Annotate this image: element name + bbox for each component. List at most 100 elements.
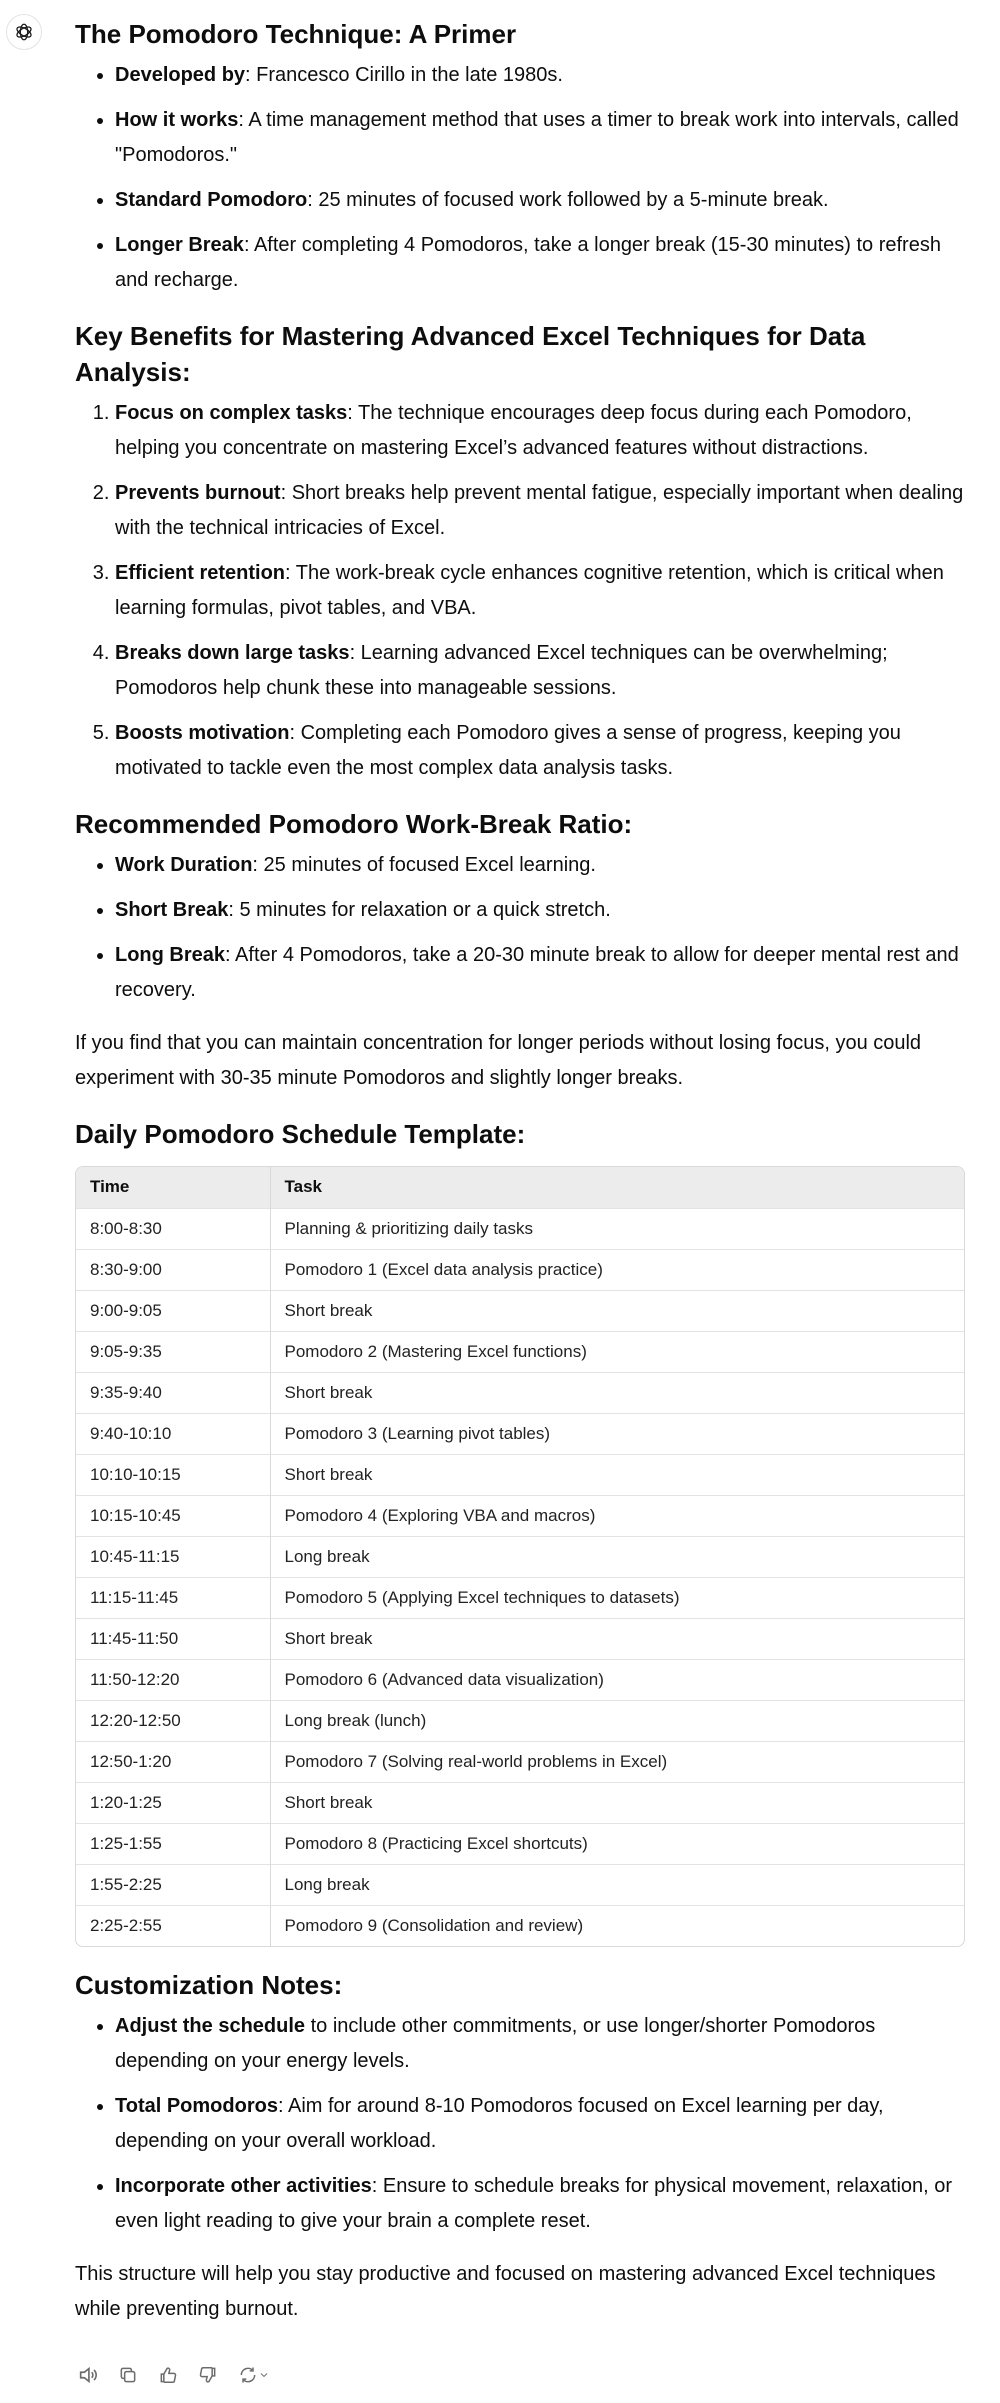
list-item: Longer Break: After completing 4 Pomodor… <box>115 228 965 298</box>
table-row: 12:20-12:50 Long break (lunch) <box>76 1699 964 1741</box>
item-label: Incorporate other activities <box>115 2175 372 2197</box>
table-row: 1:25-1:55 Pomodoro 8 (Practicing Excel sh… <box>76 1822 964 1864</box>
assistant-avatar <box>6 14 42 50</box>
regenerate-button[interactable] <box>235 2362 273 2388</box>
time-cell: 9:00-9:05 <box>76 1289 271 1331</box>
time-cell: 8:00-8:30 <box>76 1207 271 1249</box>
list-item: Short Break: 5 minutes for relaxation or… <box>115 893 965 928</box>
task-cell: Short break <box>270 1617 964 1659</box>
task-cell: Pomodoro 8 (Practicing Excel shortcuts) <box>270 1822 964 1864</box>
thumbs-down-icon <box>199 2367 216 2383</box>
list-item: Adjust the schedule to include other com… <box>115 2009 965 2079</box>
list-item: Efficient retention: The work-break cycl… <box>115 556 965 626</box>
openai-logo-icon <box>16 23 32 41</box>
list-item: Developed by: Francesco Cirillo in the l… <box>115 58 965 93</box>
time-cell: 1:55-2:25 <box>76 1863 271 1905</box>
customization-heading: Customization Notes: <box>75 1970 343 2000</box>
task-cell: Long break (lunch) <box>270 1699 964 1741</box>
thumbs-down-button[interactable] <box>195 2362 221 2388</box>
item-label: Prevents burnout <box>115 482 281 504</box>
column-header-task: Task <box>284 1177 323 1197</box>
read-aloud-button[interactable] <box>75 2362 101 2388</box>
task-cell: Planning & prioritizing daily tasks <box>270 1207 964 1249</box>
item-label: Standard Pomodoro <box>115 189 308 211</box>
time-cell: 10:10-10:15 <box>76 1453 271 1495</box>
time-cell: 9:40-10:10 <box>76 1412 271 1454</box>
benefits-heading: Key Benefits for Mastering Advanced Exce… <box>75 321 866 387</box>
item-label: Focus on complex tasks <box>115 402 348 424</box>
task-cell: Pomodoro 1 (Excel data analysis practice… <box>270 1248 964 1290</box>
list-item: Breaks down large tasks: Learning advanc… <box>115 636 965 706</box>
customization-list: Adjust the schedule to include other com… <box>75 2009 965 2239</box>
table-row: 8:30-9:00 Pomodoro 1 (Excel data analysis… <box>76 1248 964 1290</box>
item-label: Efficient retention <box>115 562 286 584</box>
chevron-down-icon <box>260 2373 268 2378</box>
table-row: 11:45-11:50 Short break <box>76 1617 964 1659</box>
item-label: Longer Break <box>115 234 244 256</box>
time-cell: 12:20-12:50 <box>76 1699 271 1741</box>
list-item: Long Break: After 4 Pomodoros, take a 20… <box>115 938 965 1008</box>
task-cell: Pomodoro 2 (Mastering Excel functions) <box>270 1330 964 1372</box>
time-cell: 11:50-12:20 <box>76 1658 271 1700</box>
closing-paragraph: This structure will help you stay produc… <box>75 2263 936 2320</box>
task-cell: Pomodoro 9 (Consolidation and review) <box>270 1904 964 1946</box>
thumbs-up-button[interactable] <box>155 2362 181 2388</box>
time-cell: 1:20-1:25 <box>76 1781 271 1823</box>
table-row: 11:15-11:45 Pomodoro 5 (Applying Excel te… <box>76 1576 964 1618</box>
ratio-list: Work Duration: 25 minutes of focused Exc… <box>75 848 965 1008</box>
schedule-table: Time Task 8:00-8:30 Planning & prioritizi… <box>75 1166 965 1947</box>
item-label: Developed by <box>115 64 246 86</box>
schedule-heading: Daily Pomodoro Schedule Template: <box>75 1119 526 1149</box>
time-cell: 10:15-10:45 <box>76 1494 271 1536</box>
task-cell: Short break <box>270 1453 964 1495</box>
message-actions <box>75 2362 273 2388</box>
item-text: : Francesco Cirillo in the late 1980s. <box>245 64 563 86</box>
item-label: Long Break <box>115 944 226 966</box>
task-cell: Long break <box>270 1863 964 1905</box>
primer-heading: The Pomodoro Technique: A Primer <box>75 19 517 49</box>
time-cell: 11:15-11:45 <box>76 1576 271 1618</box>
table-row: 9:05-9:35 Pomodoro 2 (Mastering Excel fun… <box>76 1330 964 1372</box>
list-item: Total Pomodoros: Aim for around 8-10 Pom… <box>115 2089 965 2159</box>
read-aloud-icon <box>79 2366 97 2384</box>
time-cell: 8:30-9:00 <box>76 1248 271 1290</box>
copy-button[interactable] <box>115 2362 141 2388</box>
table-row: 9:40-10:10 Pomodoro 3 (Learning pivot tab… <box>76 1412 964 1454</box>
item-text: : 25 minutes of focused work followed by… <box>307 189 829 211</box>
list-item: How it works: A time management method t… <box>115 103 965 173</box>
table-row: 9:00-9:05 Short break <box>76 1289 964 1331</box>
table-row: 11:50-12:20 Pomodoro 6 (Advanced data vis… <box>76 1658 964 1700</box>
primer-list: Developed by: Francesco Cirillo in the l… <box>75 58 965 298</box>
item-label: Short Break <box>115 899 229 921</box>
item-text: : A time management method that uses a t… <box>115 109 959 166</box>
list-item: Standard Pomodoro: 25 minutes of focused… <box>115 183 965 218</box>
table-row: 9:35-9:40 Short break <box>76 1371 964 1413</box>
time-cell: 9:05-9:35 <box>76 1330 271 1372</box>
task-cell: Long break <box>270 1535 964 1577</box>
item-label: Work Duration <box>115 854 253 876</box>
list-item: Boosts motivation: Completing each Pomod… <box>115 716 965 786</box>
item-label: Boosts motivation <box>115 722 290 744</box>
list-item: Prevents burnout: Short breaks help prev… <box>115 476 965 546</box>
table-row: 1:55-2:25 Long break <box>76 1863 964 1905</box>
copy-icon <box>120 2367 136 2383</box>
item-label: How it works <box>115 109 239 131</box>
time-cell: 11:45-11:50 <box>76 1617 271 1659</box>
table-row: 2:25-2:55 Pomodoro 9 (Consolidation and r… <box>76 1904 964 1946</box>
item-label: Breaks down large tasks <box>115 642 350 664</box>
task-cell: Pomodoro 7 (Solving real-world problems … <box>270 1740 964 1782</box>
task-cell: Short break <box>270 1781 964 1823</box>
ratio-heading: Recommended Pomodoro Work-Break Ratio: <box>75 809 633 839</box>
list-item: Focus on complex tasks: The technique en… <box>115 396 965 466</box>
table-row: 12:50-1:20 Pomodoro 7 (Solving real-world… <box>76 1740 964 1782</box>
item-text: : 25 minutes of focused Excel learning. <box>252 854 596 876</box>
table-row: 1:20-1:25 Short break <box>76 1781 964 1823</box>
regenerate-icon <box>240 2367 256 2383</box>
time-cell: 9:35-9:40 <box>76 1371 271 1413</box>
list-item: Work Duration: 25 minutes of focused Exc… <box>115 848 965 883</box>
task-cell: Pomodoro 6 (Advanced data visualization) <box>270 1658 964 1700</box>
ratio-note: If you find that you can maintain concen… <box>75 1032 922 1089</box>
table-header-row: Time Task <box>76 1167 964 1208</box>
task-cell: Short break <box>270 1371 964 1413</box>
task-cell: Short break <box>270 1289 964 1331</box>
